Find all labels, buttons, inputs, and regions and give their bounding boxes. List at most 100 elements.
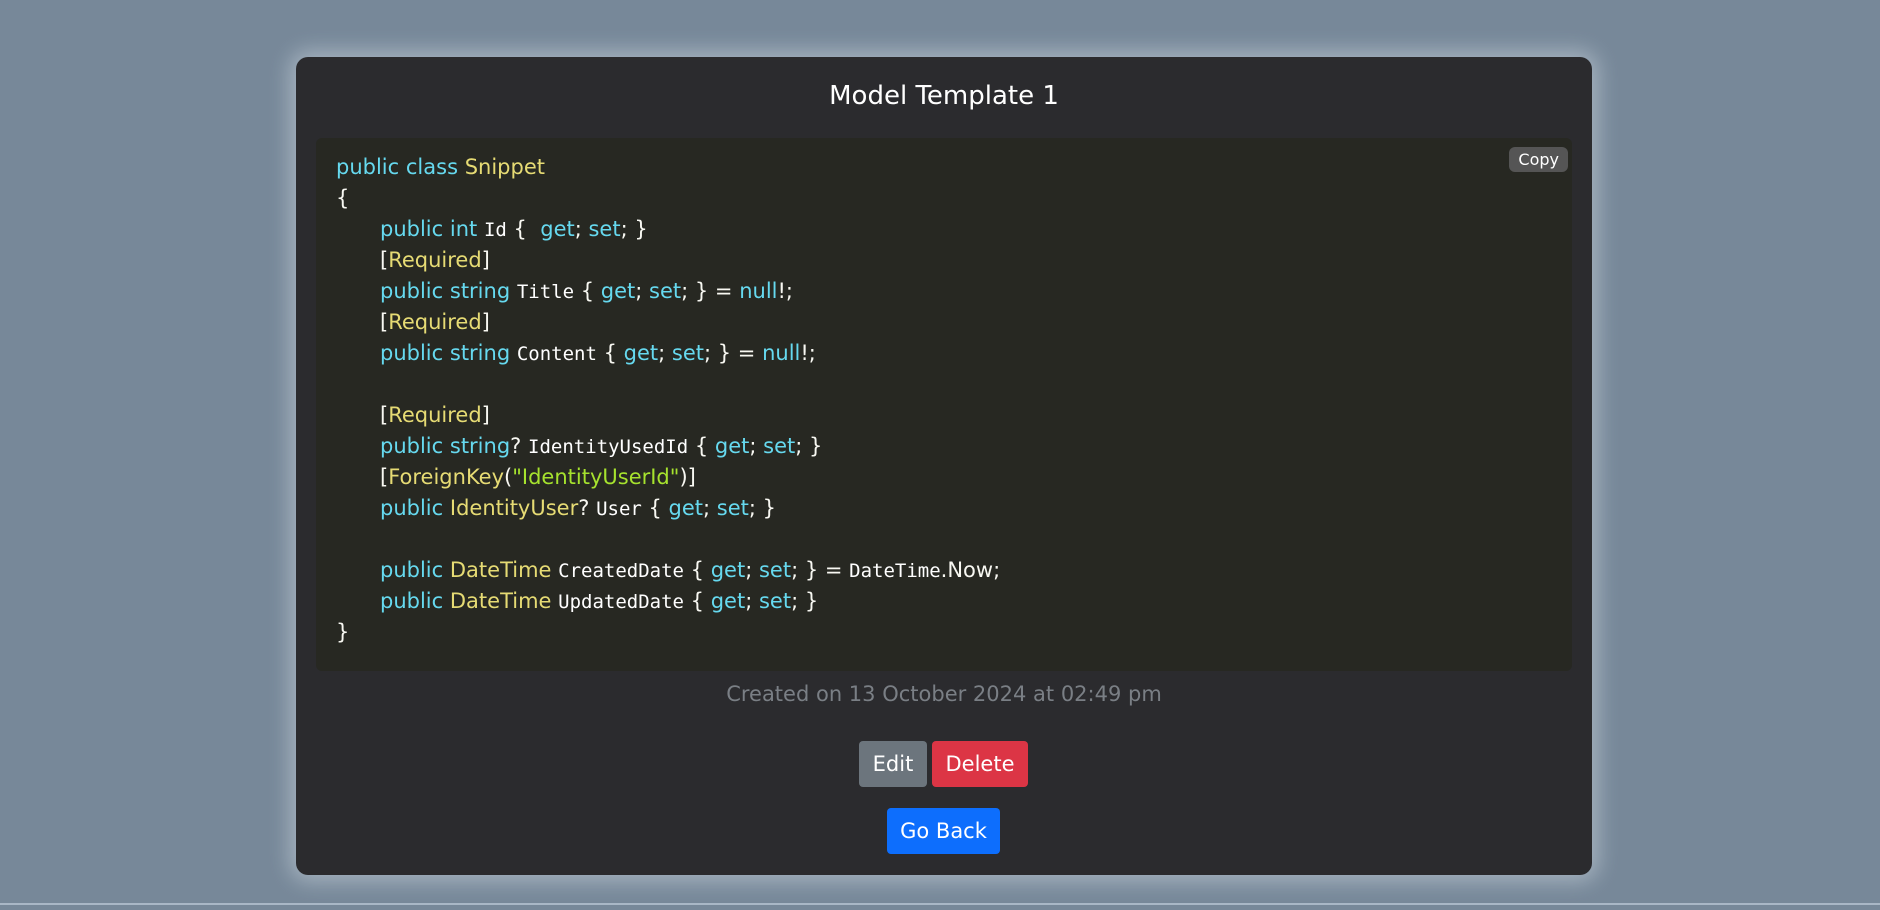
snippet-card: Model Template 1 Copy public class Snipp… xyxy=(296,57,1592,875)
code-token: .Now; xyxy=(940,558,1001,582)
code-token: Required xyxy=(388,248,482,272)
code-token: set xyxy=(758,589,792,613)
code-token: [ xyxy=(380,310,389,334)
code-token: public xyxy=(380,341,444,365)
code-token: Title xyxy=(516,281,575,303)
code-token: class xyxy=(405,155,459,179)
code-token: get xyxy=(540,217,575,241)
code-token: Required xyxy=(388,403,482,427)
code-token: get xyxy=(714,434,750,458)
code-token: get xyxy=(668,496,704,520)
code-token: Content xyxy=(516,343,597,365)
code-token: ; xyxy=(745,589,759,613)
code-token: public xyxy=(380,589,444,613)
code-token: set xyxy=(716,496,749,520)
code-line: public class Snippet xyxy=(336,152,1000,183)
code-token: public xyxy=(380,279,444,303)
code-token: int xyxy=(449,217,478,241)
code-token: set xyxy=(763,434,796,458)
code-token: ; } = xyxy=(704,341,763,365)
code-token: public xyxy=(380,496,444,520)
code-line: [Required] xyxy=(336,400,1000,431)
code-content: public class Snippet{public int Id { get… xyxy=(336,152,1000,648)
code-line: { xyxy=(336,183,1000,214)
code-token: public xyxy=(380,558,444,582)
code-token: DateTime xyxy=(449,558,552,582)
code-line: [Required] xyxy=(336,245,1000,276)
code-token: } xyxy=(336,620,350,644)
code-token: !; xyxy=(800,341,816,365)
code-token: ; } = xyxy=(791,558,850,582)
code-token: DateTime xyxy=(449,589,552,613)
code-token: ; } xyxy=(795,434,823,458)
code-token: DateTime xyxy=(849,560,941,582)
copy-button[interactable]: Copy xyxy=(1509,147,1568,172)
code-line: } xyxy=(336,617,1000,648)
code-token: set xyxy=(588,217,621,241)
code-token: Snippet xyxy=(464,155,545,179)
code-token: public xyxy=(336,155,400,179)
code-token: get xyxy=(710,558,746,582)
delete-button[interactable]: Delete xyxy=(932,741,1028,787)
code-token: UpdatedDate xyxy=(558,591,684,613)
code-token: null xyxy=(762,341,801,365)
code-line: public string Title { get; set; } = null… xyxy=(336,276,1000,307)
code-token: ; } xyxy=(748,496,777,520)
code-line: public string Content { get; set; } = nu… xyxy=(336,338,1000,369)
created-date-text: Created on 13 October 2024 at 02:49 pm xyxy=(726,682,1162,706)
code-token: get xyxy=(600,279,636,303)
code-token: ; } xyxy=(620,217,648,241)
code-line: public IdentityUser? User { get; set; } xyxy=(336,493,1000,524)
code-token: )] xyxy=(679,465,696,489)
code-token: { xyxy=(506,217,541,241)
code-token: IdentityUsedId xyxy=(528,436,689,458)
code-token: set xyxy=(671,341,705,365)
code-token: string xyxy=(449,279,511,303)
code-line: [ForeignKey("IdentityUserId")] xyxy=(336,462,1000,493)
code-token: Required xyxy=(388,310,482,334)
code-token: { xyxy=(684,589,711,613)
code-token: ; xyxy=(703,496,717,520)
code-token: public xyxy=(380,217,444,241)
code-token: ; xyxy=(574,217,589,241)
code-token: { xyxy=(684,558,711,582)
code-token: ; xyxy=(745,558,759,582)
code-token: { xyxy=(336,186,350,210)
code-token: string xyxy=(449,341,511,365)
code-token: string xyxy=(449,434,511,458)
code-token: public xyxy=(380,434,444,458)
edit-button[interactable]: Edit xyxy=(859,741,927,787)
code-token: get xyxy=(623,341,659,365)
code-token: { xyxy=(641,496,669,520)
code-line: public string? IdentityUsedId { get; set… xyxy=(336,431,1000,462)
code-block: Copy public class Snippet{public int Id … xyxy=(316,138,1572,671)
code-token: ] xyxy=(481,310,490,334)
code-token: ; } = xyxy=(681,279,740,303)
code-token: { xyxy=(688,434,715,458)
code-token: null xyxy=(739,279,778,303)
code-token: User xyxy=(596,498,642,520)
code-token: get xyxy=(710,589,746,613)
code-token: ( xyxy=(504,465,513,489)
code-token: { xyxy=(596,341,624,365)
code-token: ; } xyxy=(791,589,819,613)
code-token: "IdentityUserId" xyxy=(512,465,680,489)
code-token: ] xyxy=(481,403,490,427)
page-bottom-border xyxy=(0,903,1880,905)
go-back-button[interactable]: Go Back xyxy=(887,808,1000,854)
code-token: ? xyxy=(578,496,597,520)
code-token: { xyxy=(574,279,601,303)
code-line: [Required] xyxy=(336,307,1000,338)
